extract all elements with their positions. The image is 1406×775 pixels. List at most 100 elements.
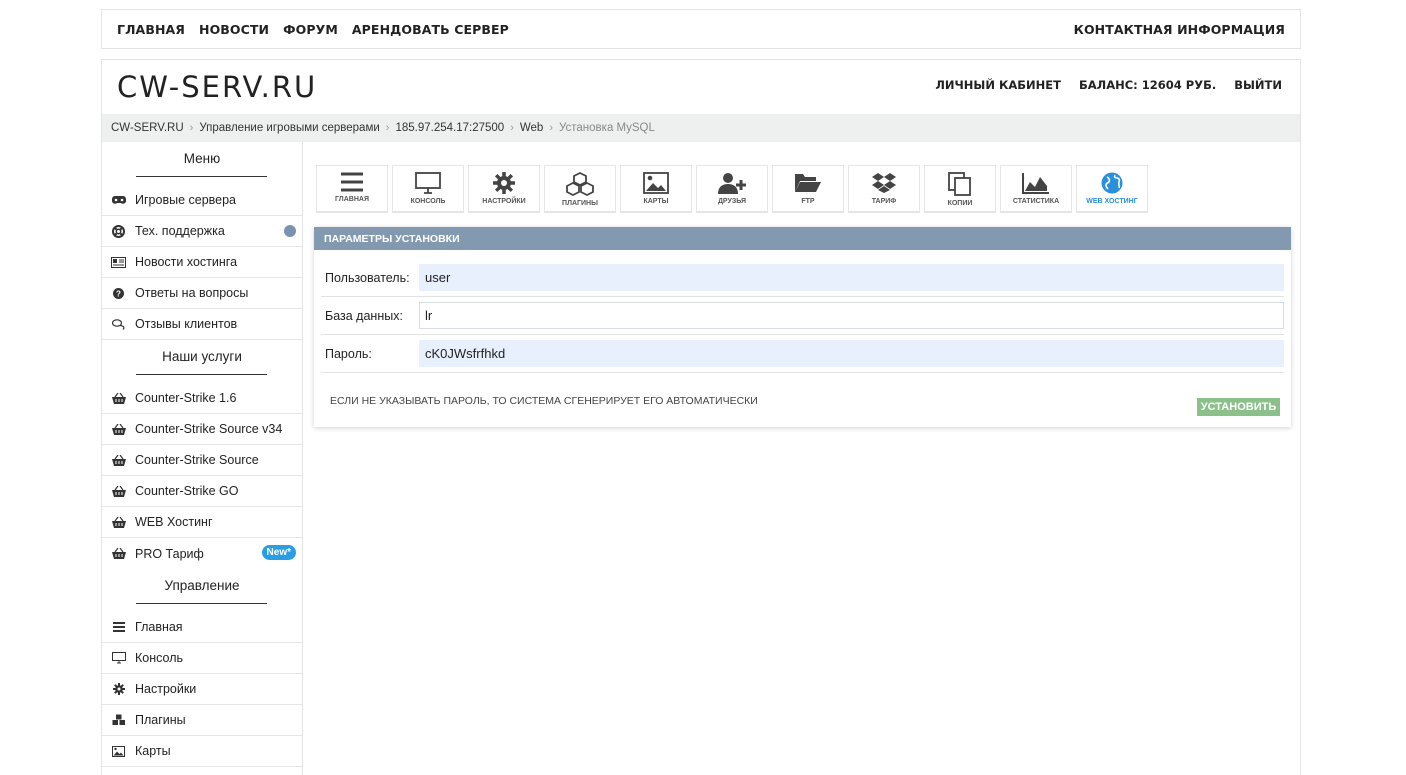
chevron-right-icon: › [549, 122, 553, 134]
gear-icon [493, 172, 515, 194]
image-icon [643, 172, 669, 194]
tab-label: ПЛАГИНЫ [562, 200, 598, 207]
breadcrumb-home[interactable]: CW-SERV.RU [111, 122, 184, 134]
tab-ftp[interactable]: FTP [772, 165, 844, 213]
notification-icon [284, 225, 296, 237]
tab-label: КОПИИ [947, 200, 973, 207]
user-label: Пользователь: [325, 270, 410, 285]
logout-link[interactable]: ВЫЙТИ [1234, 78, 1282, 92]
panel-title: ПАРАМЕТРЫ УСТАНОВКИ [314, 227, 1291, 250]
tab-statistics[interactable]: СТАТИСТИКА [1000, 165, 1072, 213]
sidebar-item-label: Counter-Strike Source [135, 453, 259, 467]
tab-label: ДРУЗЬЯ [717, 198, 747, 205]
sidebar-item-label: Настройки [135, 682, 197, 696]
sidebar-item-faq[interactable]: ? Ответы на вопросы [102, 278, 302, 309]
password-hint: ЕСЛИ НЕ УКАЗЫВАТЬ ПАРОЛЬ, ТО СИСТЕМА СГЕ… [330, 395, 758, 407]
sidebar-item-csgo[interactable]: Counter-Strike GO [102, 476, 302, 507]
chevron-right-icon: › [385, 122, 390, 134]
globe-icon [1101, 172, 1123, 194]
folder-open-icon [795, 174, 821, 192]
question-icon: ? [102, 287, 135, 299]
main-content: ГЛАВНАЯ КОНСОЛЬ НАСТРОЙКИ ПЛАГИНЫ КАРТЫ … [314, 165, 1292, 427]
sidebar-item-label: Тех. поддержка [135, 224, 225, 238]
sidebar-item-cs16[interactable]: Counter-Strike 1.6 [102, 383, 302, 414]
sidebar-item-console[interactable]: Консоль [102, 643, 302, 674]
chevron-right-icon: › [189, 122, 194, 134]
sidebar-item-reviews[interactable]: Отзывы клиентов [102, 309, 302, 340]
sidebar-item-label: Игровые сервера [135, 193, 237, 207]
sidebar-item-plugins[interactable]: Плагины [102, 705, 302, 736]
tab-label: ТАРИФ [871, 198, 897, 205]
sidebar-item-pro-tariff[interactable]: PRO Тариф New* [102, 538, 302, 569]
lifebuoy-icon [102, 224, 135, 238]
nav-contact-link[interactable]: КОНТАКТНАЯ ИНФОРМАЦИЯ [1074, 22, 1285, 37]
sidebar-item-main[interactable]: Главная [102, 612, 302, 643]
sidebar-item-label: Плагины [135, 713, 186, 727]
tab-label: КОНСОЛЬ [410, 198, 446, 205]
tab-tariff[interactable]: ТАРИФ [848, 165, 920, 213]
tab-copies[interactable]: КОПИИ [924, 165, 996, 213]
basket-icon [102, 516, 135, 528]
database-input[interactable] [419, 302, 1284, 329]
nav-rent-server-link[interactable]: АРЕНДОВАТЬ СЕРВЕР [352, 22, 509, 37]
sidebar-item-game-servers[interactable]: Игровые сервера [102, 185, 302, 216]
sidebar-manage-heading: Управление [102, 569, 302, 604]
sidebar: Меню Игровые сервера Тех. поддержка Ново… [102, 142, 303, 775]
sidebar-item-maps[interactable]: Карты [102, 736, 302, 767]
balance-link[interactable]: БАЛАНС: 12604 РУБ. [1079, 78, 1216, 92]
area-chart-icon [1022, 173, 1049, 194]
basket-icon [102, 548, 135, 559]
password-row: Пароль: [321, 335, 1284, 373]
sidebar-item-css[interactable]: Counter-Strike Source [102, 445, 302, 476]
new-badge: New* [261, 545, 296, 560]
nav-forum-link[interactable]: ФОРУМ [283, 22, 338, 37]
account-bar: ЛИЧНЫЙ КАБИНЕТ БАЛАНС: 12604 РУБ. ВЫЙТИ [935, 78, 1282, 92]
tab-settings[interactable]: НАСТРОЙКИ [468, 165, 540, 213]
install-button[interactable]: УСТАНОВИТЬ [1197, 398, 1280, 416]
breadcrumb-web[interactable]: Web [520, 122, 543, 134]
tab-main[interactable]: ГЛАВНАЯ [316, 165, 388, 213]
gear-icon [102, 683, 135, 695]
sidebar-item-label: Counter-Strike GO [135, 484, 239, 498]
user-row: Пользователь: [321, 259, 1284, 297]
sidebar-item-label: WEB Хостинг [135, 515, 213, 529]
password-label: Пароль: [325, 346, 372, 361]
password-input[interactable] [419, 340, 1284, 367]
sidebar-item-web-hosting[interactable]: WEB Хостинг [102, 507, 302, 538]
bars-icon [341, 172, 363, 192]
tab-console[interactable]: КОНСОЛЬ [392, 165, 464, 213]
tab-label: ГЛАВНАЯ [335, 196, 369, 203]
sidebar-item-label: Новости хостинга [135, 255, 238, 269]
newspaper-icon [102, 256, 135, 268]
tab-plugins[interactable]: ПЛАГИНЫ [544, 165, 616, 213]
database-row: База данных: [321, 297, 1284, 335]
tab-maps[interactable]: КАРТЫ [620, 165, 692, 213]
sidebar-item-label: Консоль [135, 651, 184, 665]
site-logo[interactable]: CW-SERV.RU [117, 70, 317, 104]
sidebar-services-heading: Наши услуги [102, 340, 302, 375]
sidebar-item-support[interactable]: Тех. поддержка [102, 216, 302, 247]
sidebar-item-css-v34[interactable]: Counter-Strike Source v34 [102, 414, 302, 445]
sidebar-item-hosting-news[interactable]: Новости хостинга [102, 247, 302, 278]
server-toolbar: ГЛАВНАЯ КОНСОЛЬ НАСТРОЙКИ ПЛАГИНЫ КАРТЫ … [316, 165, 1292, 213]
copy-icon [948, 172, 971, 196]
cubes-icon [102, 714, 135, 726]
install-params-panel: ПАРАМЕТРЫ УСТАНОВКИ Пользователь: База д… [314, 227, 1291, 427]
monitor-icon [102, 652, 135, 664]
tab-label: НАСТРОЙКИ [482, 198, 526, 205]
user-plus-icon [718, 173, 746, 194]
dropbox-icon [872, 173, 896, 193]
tab-friends[interactable]: ДРУЗЬЯ [696, 165, 768, 213]
breadcrumb-server[interactable]: 185.97.254.17:27500 [395, 122, 504, 134]
sidebar-item-settings[interactable]: Настройки [102, 674, 302, 705]
monitor-icon [415, 172, 441, 194]
breadcrumb-game-servers[interactable]: Управление игровыми серверами [199, 122, 379, 134]
tab-web-hosting[interactable]: WEB ХОСТИНГ [1076, 165, 1148, 213]
install-form: Пользователь: База данных: Пароль: [314, 250, 1291, 373]
user-input[interactable] [419, 264, 1284, 291]
personal-cabinet-link[interactable]: ЛИЧНЫЙ КАБИНЕТ [935, 78, 1061, 92]
nav-home-link[interactable]: ГЛАВНАЯ [117, 22, 185, 37]
tab-label: FTP [801, 198, 815, 205]
nav-news-link[interactable]: НОВОСТИ [199, 22, 269, 37]
sidebar-item-label: Counter-Strike 1.6 [135, 391, 237, 405]
